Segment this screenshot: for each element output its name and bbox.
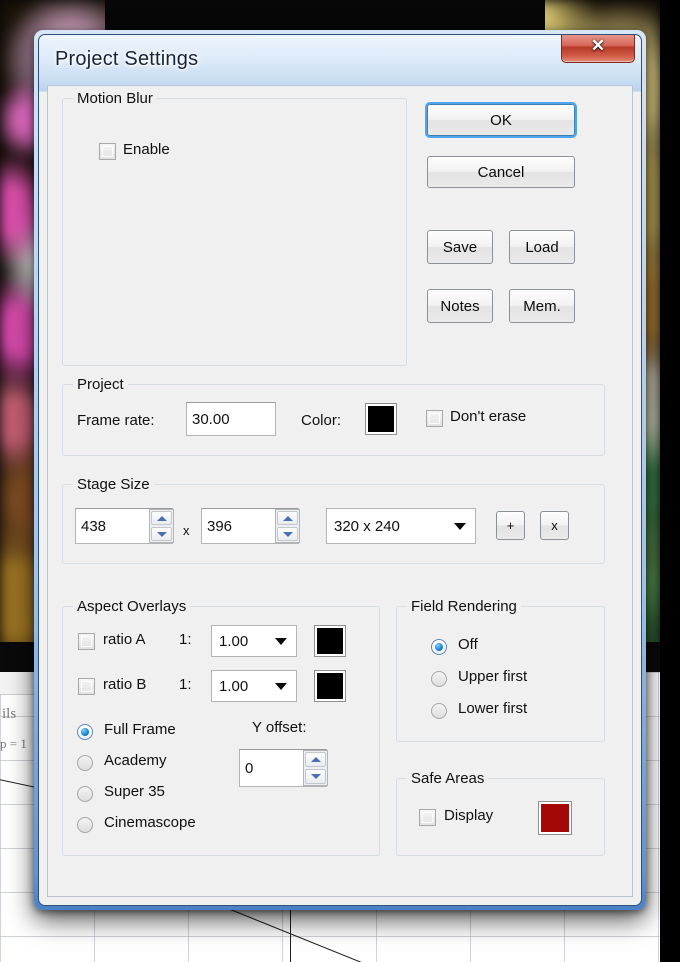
- field-rendering-radio-lower-first[interactable]: [431, 703, 447, 719]
- field-rendering-label-lower-first: Lower first: [458, 700, 528, 717]
- project-color-label: Color:: [301, 412, 342, 429]
- project-title: Project: [73, 376, 128, 393]
- chevron-down-icon: [156, 531, 167, 537]
- field-rendering-label-off: Off: [458, 636, 478, 653]
- load-button[interactable]: Load: [509, 230, 575, 264]
- chevron-up-icon: [156, 515, 167, 521]
- ratio-a-color-swatch[interactable]: [314, 625, 346, 657]
- frame-label-super-35: Super 35: [104, 783, 165, 800]
- background-document-text-1: ils: [2, 706, 17, 722]
- dialog-titlebar[interactable]: Project Settings: [39, 35, 641, 87]
- chevron-down-icon: [310, 774, 321, 779]
- stage-width-spinner-down[interactable]: [151, 527, 172, 541]
- dialog-client-area: Motion Blur Enable OK Cancel Save Load N…: [47, 85, 633, 897]
- project-color-fill: [368, 406, 394, 432]
- ratio-a-checkbox[interactable]: [78, 633, 95, 650]
- ratio-a-value: 1.00: [219, 632, 249, 650]
- project-color-swatch[interactable]: [365, 403, 397, 435]
- ratio-a-label: ratio A: [103, 631, 146, 648]
- field-rendering-radio-off[interactable]: [431, 639, 447, 655]
- stage-preset-remove-button[interactable]: x: [540, 511, 569, 540]
- aspect-overlays-title: Aspect Overlays: [73, 598, 191, 615]
- background-document-vertical-line: [290, 905, 291, 962]
- ratio-b-combo[interactable]: 1.00: [211, 670, 297, 702]
- motion-blur-title: Motion Blur: [73, 90, 157, 107]
- safe-areas-color-fill: [541, 804, 569, 832]
- ratio-b-color-swatch[interactable]: [314, 670, 346, 702]
- frame-label-cinemascope: Cinemascope: [104, 814, 196, 831]
- safe-areas-display-label: Display: [444, 807, 494, 824]
- safe-areas-group: Safe Areas Display: [396, 770, 605, 856]
- frame-label-full-frame: Full Frame: [104, 721, 176, 738]
- stage-preset-value: 320 x 240: [334, 517, 400, 535]
- ratio-b-label: ratio B: [103, 676, 147, 693]
- field-rendering-group: Field Rendering Off Upper first Lower fi…: [396, 598, 605, 742]
- motion-blur-enable-label: Enable: [123, 141, 170, 158]
- y-offset-spinner-up[interactable]: [305, 752, 326, 767]
- stage-width-spinner-up[interactable]: [151, 511, 172, 525]
- close-icon[interactable]: [561, 35, 635, 63]
- stage-width-spinner[interactable]: [149, 509, 174, 543]
- motion-blur-enable-checkbox[interactable]: [99, 143, 116, 160]
- notes-button[interactable]: Notes: [427, 289, 493, 323]
- aspect-overlays-group: Aspect Overlays ratio A 1: 1.00 ratio B …: [62, 598, 380, 856]
- chevron-up-icon: [282, 515, 293, 521]
- ratio-a-color-fill: [317, 628, 343, 654]
- save-button[interactable]: Save: [427, 230, 493, 264]
- ratio-b-color-fill: [317, 673, 343, 699]
- y-offset-spinner[interactable]: [303, 750, 328, 786]
- ok-button[interactable]: OK: [427, 104, 575, 136]
- project-group: Project Frame rate: 30.00 Color: Don't e…: [62, 376, 605, 456]
- frame-radio-super-35[interactable]: [77, 786, 93, 802]
- frame-rate-input[interactable]: 30.00: [186, 402, 276, 436]
- stage-size-separator: x: [183, 523, 190, 538]
- chevron-down-icon: [282, 531, 293, 537]
- frame-radio-cinemascope[interactable]: [77, 817, 93, 833]
- ratio-a-prefix: 1:: [179, 631, 192, 648]
- stage-preset-add-button[interactable]: +: [496, 511, 525, 540]
- motion-blur-group: Motion Blur Enable: [62, 90, 407, 366]
- safe-areas-title: Safe Areas: [407, 770, 489, 787]
- frame-rate-label: Frame rate:: [77, 412, 155, 429]
- frame-radio-full-frame[interactable]: [77, 724, 93, 740]
- stage-height-spinner-down[interactable]: [277, 527, 298, 541]
- background-document-text-2: p = 1: [0, 736, 27, 751]
- stage-height-spinner[interactable]: [275, 509, 300, 543]
- y-offset-label: Y offset:: [252, 719, 307, 736]
- safe-areas-color-swatch[interactable]: [538, 801, 572, 835]
- chevron-up-icon: [310, 757, 321, 762]
- dont-erase-checkbox[interactable]: [426, 410, 443, 427]
- ratio-a-combo[interactable]: 1.00: [211, 625, 297, 657]
- field-rendering-label-upper-first: Upper first: [458, 668, 528, 685]
- mem-button[interactable]: Mem.: [509, 289, 575, 323]
- ratio-b-value: 1.00: [219, 677, 249, 695]
- ratio-b-checkbox[interactable]: [78, 678, 95, 695]
- frame-label-academy: Academy: [104, 752, 167, 769]
- chevron-down-icon: [454, 523, 466, 530]
- y-offset-spinner-down[interactable]: [305, 769, 326, 784]
- ratio-b-prefix: 1:: [179, 676, 192, 693]
- chevron-down-icon: [275, 638, 287, 645]
- dialog-title: Project Settings: [55, 48, 199, 70]
- project-settings-dialog: Project Settings Motion Blur Enable OK C…: [34, 30, 646, 910]
- dont-erase-label: Don't erase: [450, 408, 527, 425]
- stage-size-title: Stage Size: [73, 476, 154, 493]
- chevron-down-icon: [275, 683, 287, 690]
- cancel-button[interactable]: Cancel: [427, 156, 575, 188]
- stage-preset-combo[interactable]: 320 x 240: [326, 508, 476, 544]
- field-rendering-radio-upper-first[interactable]: [431, 671, 447, 687]
- dialog-frame: Project Settings Motion Blur Enable OK C…: [38, 34, 642, 906]
- field-rendering-title: Field Rendering: [407, 598, 521, 615]
- stage-height-spinner-up[interactable]: [277, 511, 298, 525]
- wallpaper-right-bar: [660, 0, 680, 962]
- safe-areas-display-checkbox[interactable]: [419, 809, 436, 826]
- frame-radio-academy[interactable]: [77, 755, 93, 771]
- stage-size-group: Stage Size 438 x 396 320 x 240 + x: [62, 476, 605, 564]
